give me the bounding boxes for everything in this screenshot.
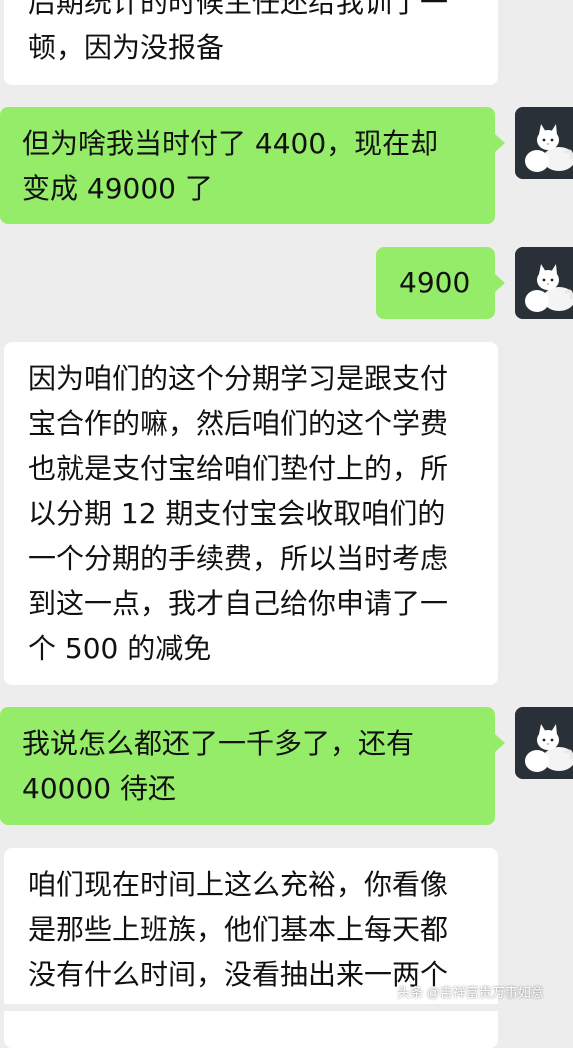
chat-area[interactable]: 后期统计的时候主任还给我训了一 顿，因为没报备 但为啥我当时付了 4400，现在… [0, 0, 573, 1048]
message-line: 咱们现在时间上这么充裕，你看像 [28, 868, 449, 901]
message-line: 宝合作的嘛，然后咱们的这个学费 [28, 407, 449, 440]
message-bubble-outgoing[interactable]: 4900 [376, 247, 495, 319]
message-line: 40000 待还 [22, 772, 176, 805]
cat-avatar-icon [515, 247, 573, 319]
message-bubble-outgoing[interactable]: 我说怎么都还了一千多了，还有 40000 待还 [0, 707, 495, 825]
bubble-tail [495, 274, 505, 292]
bottom-edge [0, 1004, 573, 1011]
cat-avatar-icon [515, 107, 573, 179]
sender-avatar[interactable] [515, 247, 573, 319]
message-bubble-incoming[interactable]: 咱们现在时间上这么充裕，你看像 是那些上班族，他们基本上每天都 没有什么时间，没… [4, 848, 498, 1048]
watermark: 头条 @吉祥富贵万事如意 [397, 985, 544, 1000]
message-line: 后期统计的时候主任还给我训了一 [28, 0, 449, 19]
bubble-tail [495, 734, 505, 752]
message-line: 也就是支付宝给咱们垫付上的，所 [28, 452, 449, 485]
message-bubble-incoming[interactable]: 因为咱们的这个分期学习是跟支付 宝合作的嘛，然后咱们的这个学费 也就是支付宝给咱… [4, 342, 498, 685]
message-line: 以分期 12 期支付宝会收取咱们的 [28, 497, 446, 530]
bubble-tail [495, 134, 505, 152]
message-line: 个 500 的减免 [28, 632, 212, 665]
sender-avatar[interactable] [515, 107, 573, 179]
message-bubble-outgoing[interactable]: 但为啥我当时付了 4400，现在却 变成 49000 了 [0, 107, 495, 224]
message-line: 我说怎么都还了一千多了，还有 [22, 727, 415, 760]
message-bubble-incoming[interactable]: 后期统计的时候主任还给我训了一 顿，因为没报备 [4, 0, 498, 85]
message-line: 4900 [399, 266, 471, 299]
message-line: 变成 49000 了 [22, 172, 213, 205]
message-line: 顿，因为没报备 [28, 31, 225, 64]
cat-avatar-icon [515, 707, 573, 779]
sender-avatar[interactable] [515, 707, 573, 779]
message-line: 因为咱们的这个分期学习是跟支付 [28, 362, 449, 395]
message-line: 一个分期的手续费，所以当时考虑 [28, 542, 449, 575]
message-line: 到这一点，我才自己给你申请了一 [28, 587, 449, 620]
message-line: 是那些上班族，他们基本上每天都 [28, 913, 449, 946]
message-line: 但为啥我当时付了 4400，现在却 [22, 127, 439, 160]
